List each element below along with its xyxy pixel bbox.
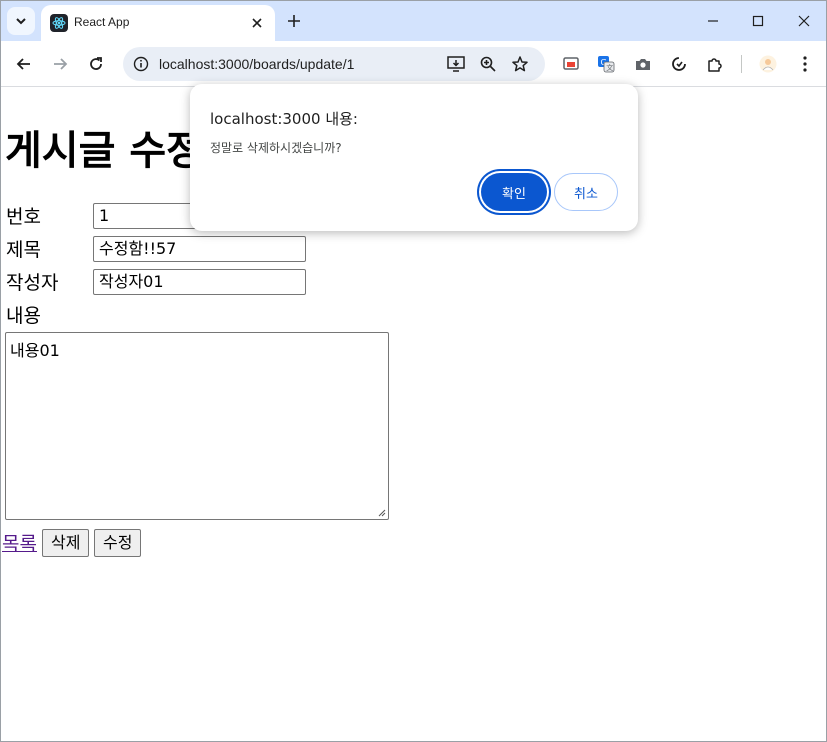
screenshot-button[interactable] [631,52,655,76]
tab-active[interactable]: React App [41,5,275,41]
extensions-button[interactable] [703,52,727,76]
confirm-dialog: localhost:3000 내용: 정말로 삭제하시겠습니까? 확인 취소 [190,84,638,231]
sync-icon [672,57,686,71]
page-title: 게시글 수정 [5,128,203,174]
arrow-left-icon [16,58,30,70]
kebab-menu-icon [803,56,807,72]
chevron-down-icon [16,18,26,25]
author-label: 작성자 [6,272,59,294]
sync-button[interactable] [667,52,691,76]
browser-toolbar: localhost:3000/boards/update/1 G文 [1,41,826,87]
address-bar[interactable]: localhost:3000/boards/update/1 [123,47,545,81]
avatar-icon [759,55,777,73]
close-icon [798,15,810,27]
list-link[interactable]: 목록 [2,529,37,556]
author-input[interactable]: 작성자01 [93,269,306,295]
puzzle-icon [708,58,722,72]
translate-icon: G文 [598,56,615,73]
dialog-ok-button[interactable]: 확인 [481,173,547,211]
toolbar-divider [741,55,742,73]
delete-button[interactable]: 삭제 [42,529,90,557]
minimize-icon [708,20,718,22]
content-label: 내용 [6,305,41,327]
tab-close-button[interactable] [247,13,267,33]
url-text: localhost:3000/boards/update/1 [159,56,355,72]
resize-grip-icon[interactable] [378,509,386,517]
arrow-right-icon [54,58,68,70]
content-textarea[interactable]: 내용01 [5,332,389,520]
maximize-icon [752,15,764,27]
update-button[interactable]: 수정 [94,529,142,557]
minimize-button[interactable] [693,7,733,35]
cast-button[interactable] [559,52,583,76]
close-icon [252,18,262,28]
back-button[interactable] [12,52,36,76]
content-text: 내용01 [10,341,60,360]
camera-icon [636,59,650,70]
close-window-button[interactable] [784,7,824,35]
dialog-title: localhost:3000 내용: [210,110,358,128]
new-tab-button[interactable] [283,10,305,32]
forward-button[interactable] [48,52,72,76]
menu-button[interactable] [793,52,817,76]
dialog-cancel-button[interactable]: 취소 [554,173,618,211]
tab-search-button[interactable] [7,7,35,35]
profile-button[interactable] [756,52,780,76]
reload-icon [90,57,102,70]
tab-title: React App [74,15,130,29]
site-info-button[interactable] [131,54,151,74]
number-label: 번호 [6,206,41,228]
react-logo-icon [50,14,68,32]
subject-input[interactable]: 수정함!!57 [93,236,306,262]
translate-button[interactable]: G文 [594,52,618,76]
dialog-message: 정말로 삭제하시겠습니까? [210,141,342,155]
cast-icon [563,57,579,70]
install-app-button[interactable] [445,53,467,75]
tab-strip: React App [1,1,826,41]
star-icon [512,56,528,72]
tune-icon [133,56,149,72]
reload-button[interactable] [84,52,108,76]
plus-icon [288,15,300,27]
zoom-button[interactable] [477,53,499,75]
bookmark-button[interactable] [509,53,531,75]
install-app-icon [447,56,465,72]
svg-text:文: 文 [606,63,613,72]
browser-window: React App localhost:3000/boards/update/1… [0,0,827,742]
maximize-button[interactable] [738,7,778,35]
zoom-in-icon [480,56,496,72]
subject-label: 제목 [6,239,41,261]
